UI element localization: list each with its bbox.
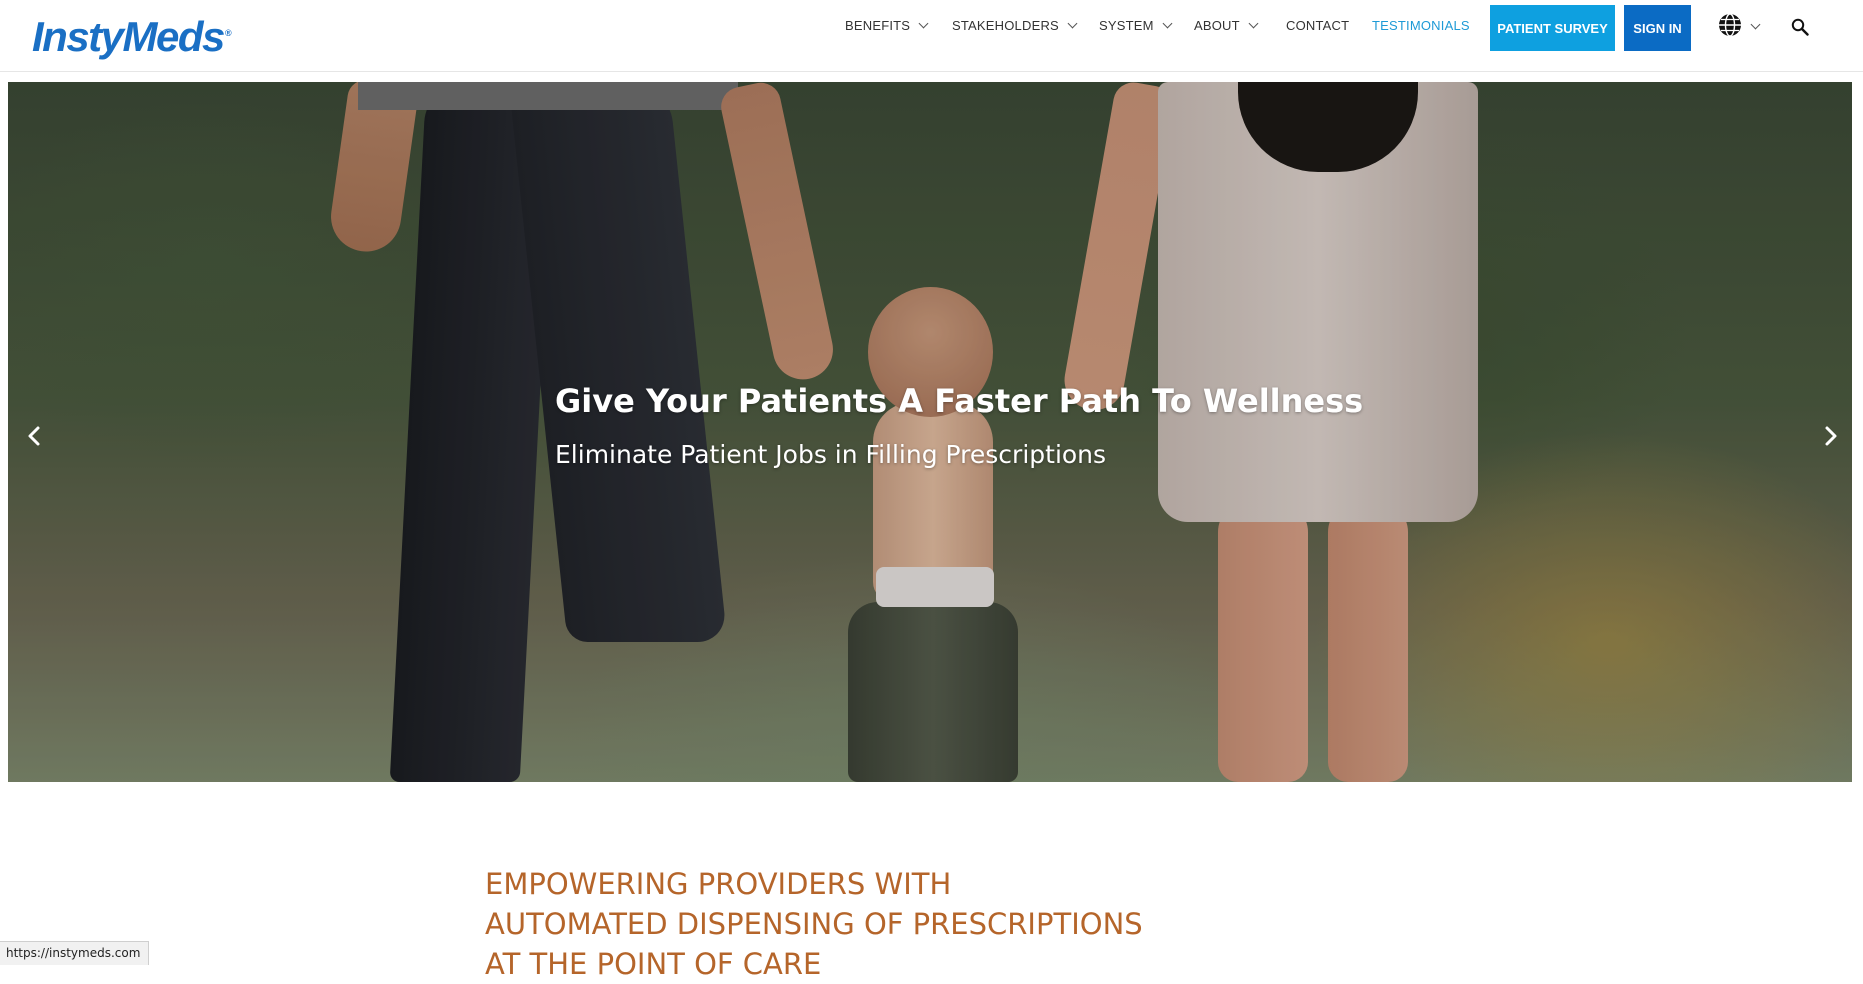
nav-benefits-label: BENEFITS <box>845 18 911 33</box>
chevron-right-icon[interactable] <box>1817 423 1843 449</box>
nav-stakeholders-label: STAKEHOLDERS <box>952 18 1059 33</box>
section-heading-line: AT THE POINT OF CARE <box>485 947 822 981</box>
nav-about-label: ABOUT <box>1194 18 1240 33</box>
nav-system-label: SYSTEM <box>1099 18 1154 33</box>
globe-icon[interactable] <box>1717 12 1743 38</box>
link-status-bar: https://instymeds.com <box>0 941 150 965</box>
hero-subtitle: Eliminate Patient Jobs in Filling Prescr… <box>555 440 1107 469</box>
nav-about[interactable]: ABOUT <box>1194 18 1259 33</box>
chevron-down-icon <box>918 18 929 28</box>
chevron-down-icon <box>1067 18 1078 28</box>
nav-testimonials-label: TESTIMONIALS <box>1372 18 1470 33</box>
nav-contact[interactable]: CONTACT <box>1286 18 1349 33</box>
search-icon[interactable] <box>1791 18 1809 36</box>
section-heading-line: EMPOWERING PROVIDERS WITH <box>485 867 952 901</box>
chevron-down-icon[interactable] <box>1750 19 1761 30</box>
logo-trademark: ® <box>224 28 232 38</box>
section-heading: EMPOWERING PROVIDERS WITH AUTOMATED DISP… <box>485 864 1143 984</box>
hero-carousel: Give Your Patients A Faster Path To Well… <box>8 82 1852 782</box>
sign-in-button[interactable]: SIGN IN <box>1624 5 1691 51</box>
chevron-down-icon <box>1162 18 1173 28</box>
hero-overlay <box>8 82 1852 782</box>
nav-benefits[interactable]: BENEFITS <box>845 18 929 33</box>
section-heading-line: AUTOMATED DISPENSING OF PRESCRIPTIONS <box>485 907 1143 941</box>
nav-testimonials[interactable]: TESTIMONIALS <box>1372 18 1470 33</box>
logo-text: InstyMeds <box>32 13 225 60</box>
chevron-left-icon[interactable] <box>22 423 48 449</box>
nav-stakeholders[interactable]: STAKEHOLDERS <box>952 18 1078 33</box>
patient-survey-button[interactable]: PATIENT SURVEY <box>1490 5 1615 51</box>
site-header: InstyMeds® BENEFITS STAKEHOLDERS SYSTEM … <box>0 0 1863 72</box>
nav-contact-label: CONTACT <box>1286 18 1350 33</box>
nav-system[interactable]: SYSTEM <box>1099 18 1173 33</box>
chevron-down-icon <box>1248 18 1259 28</box>
hero-title: Give Your Patients A Faster Path To Well… <box>555 382 1364 420</box>
instymeds-logo[interactable]: InstyMeds® <box>32 10 232 60</box>
